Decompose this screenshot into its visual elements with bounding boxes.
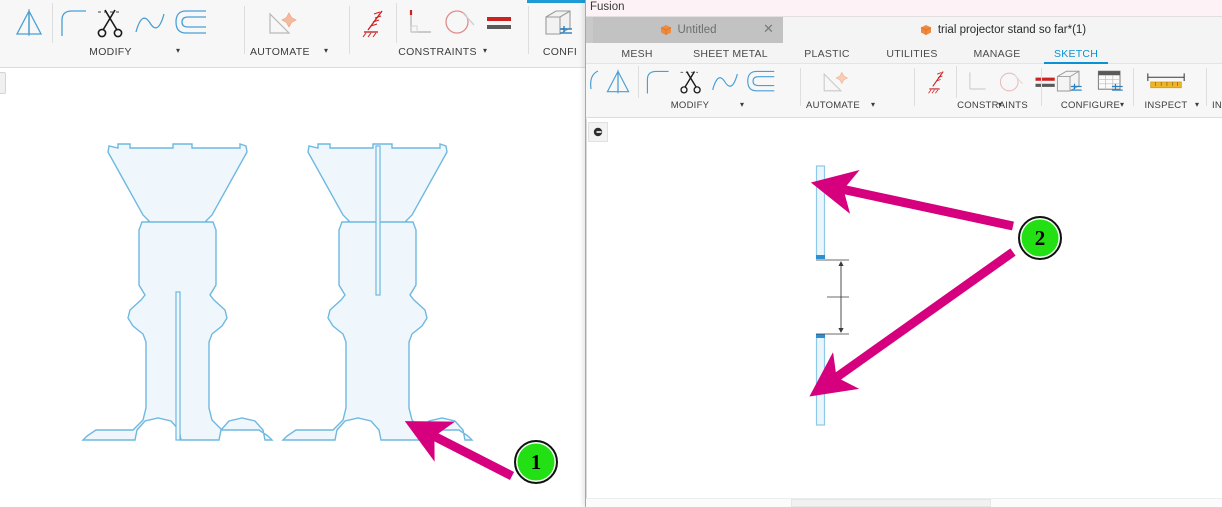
bg-ribbon-group-modify[interactable]: MODIFY <box>6 0 215 68</box>
document-tab-untitled[interactable]: Untitled ✕ <box>593 17 783 43</box>
mirror-icon[interactable] <box>12 6 46 40</box>
tab-manage[interactable]: MANAGE <box>960 43 1034 64</box>
ribbon-group-configure-label: CONFIGURE <box>1060 100 1121 111</box>
bg-ribbon-group-constraints[interactable]: CONSTRAINTS <box>354 0 521 68</box>
dimension-annotation[interactable] <box>816 259 849 335</box>
bg-ribbon-group-automate-label: AUTOMATE <box>250 46 310 58</box>
cube-icon <box>920 24 932 36</box>
sketch-line-lower-endpoint[interactable] <box>816 334 825 338</box>
document-tab-untitled-label: Untitled <box>677 24 717 36</box>
tab-plastic[interactable]: PLASTIC <box>791 43 863 64</box>
tab-sketch-label: SKETCH <box>1053 47 1099 60</box>
front-sketch-canvas[interactable]: 100.00 Select location for dimension <box>586 119 1222 507</box>
modify-dropdown-caret[interactable]: ▾ <box>740 100 744 109</box>
annotation-marker-2-label: 2 <box>1034 225 1046 250</box>
background-browser-handle[interactable] <box>0 72 6 94</box>
sketch-slot-right[interactable] <box>375 145 381 296</box>
background-fusion-window[interactable]: MODIFY ▾ AUTOMATE ▾ CONSTRAINTS ▾ CONFI <box>0 0 600 507</box>
automate-dropdown-caret[interactable]: ▾ <box>871 100 875 109</box>
auto-constrain-icon[interactable] <box>813 67 853 97</box>
tab-manage-label: MANAGE <box>973 47 1021 60</box>
bg-ribbon-group-automate[interactable]: AUTOMATE <box>250 0 310 68</box>
ribbon-group-inspect-label: INSPECT <box>1144 100 1188 111</box>
wrap-icon[interactable] <box>745 67 777 97</box>
fix-icon[interactable] <box>360 6 390 40</box>
perpendicular-icon[interactable] <box>403 6 435 40</box>
tab-mesh-label: MESH <box>621 47 653 60</box>
bg-ribbon-group-configure-label: CONFI <box>542 46 578 58</box>
trim-icon[interactable] <box>95 6 127 40</box>
front-brand-bar: Fusion <box>586 0 1222 17</box>
tab-plastic-label: PLASTIC <box>804 47 850 60</box>
annotation-marker-1-label: 1 <box>530 449 542 474</box>
trim-icon[interactable] <box>677 67 705 97</box>
mirror-icon[interactable] <box>603 67 633 97</box>
close-icon[interactable]: ✕ <box>763 22 774 35</box>
configure-cube-icon[interactable] <box>1052 66 1088 98</box>
front-sketch-svg <box>815 165 849 426</box>
document-tab-projector-stand-label: trial projector stand so far*(1) <box>937 24 1087 36</box>
front-bottom-toolbar[interactable] <box>586 498 1222 507</box>
configure-dropdown-caret[interactable]: ▾ <box>1120 100 1124 109</box>
inspect-dropdown-caret[interactable]: ▾ <box>1195 100 1199 109</box>
annotation-marker-2: 2 <box>1018 216 1062 260</box>
sketch-line-lower[interactable] <box>815 334 826 426</box>
app-brand-label: Fusion <box>590 1 625 13</box>
tab-sketch[interactable]: SKETCH <box>1042 43 1110 64</box>
perpendicular-icon[interactable] <box>962 67 990 97</box>
ribbon-group-modify-label: MODIFY <box>670 100 710 111</box>
tab-sheet-metal[interactable]: SHEET METAL <box>678 43 783 64</box>
offset-icon[interactable] <box>710 67 740 97</box>
ribbon-group-clipped-right[interactable]: IN <box>1212 64 1222 118</box>
ribbon-group-automate-label: AUTOMATE <box>806 100 860 111</box>
front-ribbon-toolbar[interactable]: MODIFY ▾ AUTOMATE ▾ CONSTRAINTS ▾ CONFIG… <box>586 64 1222 118</box>
fillet-icon[interactable] <box>59 6 89 40</box>
auto-constrain-icon[interactable] <box>259 6 301 40</box>
ribbon-group-inspect[interactable]: INSPECT <box>1139 64 1193 118</box>
equal-icon[interactable] <box>483 6 515 40</box>
configure-cube-icon[interactable] <box>540 6 580 40</box>
browser-node-icon <box>593 127 603 137</box>
tangent-icon[interactable] <box>441 6 477 40</box>
canvas-left-edge-rule <box>586 119 587 507</box>
bg-ribbon-group-constraints-label: CONSTRAINTS <box>398 46 477 58</box>
tab-utilities[interactable]: UTILITIES <box>872 43 952 64</box>
sketch-line-upper[interactable] <box>815 165 826 259</box>
navigation-bar-ghost[interactable] <box>791 499 991 507</box>
constraints-dropdown-caret-bg[interactable]: ▾ <box>483 46 487 55</box>
constraints-dropdown-caret[interactable]: ▾ <box>998 100 1002 109</box>
front-fusion-window[interactable]: Fusion Untitled ✕ trial projector stand … <box>585 0 1222 507</box>
configure-table-icon[interactable] <box>1093 66 1129 98</box>
tab-sheet-metal-label: SHEET METAL <box>693 47 768 60</box>
offset-icon[interactable] <box>133 6 167 40</box>
ribbon-group-configure[interactable]: CONFIGURE <box>1047 64 1134 118</box>
ribbon-group-automate[interactable]: AUTOMATE <box>806 64 860 118</box>
sketch-slot-left[interactable] <box>175 291 181 441</box>
tangent-icon[interactable] <box>995 67 1027 97</box>
background-ribbon-toolbar[interactable]: MODIFY ▾ AUTOMATE ▾ CONSTRAINTS ▾ CONFI <box>0 0 600 68</box>
ribbon-group-clipped-right-label: IN <box>1212 100 1222 111</box>
background-sketch-canvas[interactable] <box>0 69 600 507</box>
workspace-menu-bar[interactable]: MESH SHEET METAL PLASTIC UTILITIES MANAG… <box>586 43 1222 64</box>
sketch-line-upper-endpoint[interactable] <box>816 255 825 259</box>
document-tab-strip[interactable]: Untitled ✕ trial projector stand so far*… <box>586 17 1222 43</box>
bg-ribbon-group-configure[interactable]: CONFI <box>534 0 586 68</box>
modify-dropdown-caret-bg[interactable]: ▾ <box>176 46 180 55</box>
annotation-marker-1: 1 <box>514 440 558 484</box>
tab-utilities-label: UTILITIES <box>886 47 938 60</box>
wrap-icon[interactable] <box>173 6 209 40</box>
ribbon-group-modify[interactable]: MODIFY <box>598 64 782 118</box>
ribbon-group-constraints-label: CONSTRAINTS <box>957 100 1028 111</box>
document-tab-projector-stand[interactable]: trial projector stand so far*(1) <box>783 17 1222 43</box>
automate-dropdown-caret-bg[interactable]: ▾ <box>324 46 328 55</box>
fix-icon[interactable] <box>925 67 951 97</box>
browser-toggle-button[interactable] <box>588 122 608 142</box>
cube-icon <box>660 24 672 36</box>
measure-icon[interactable] <box>1144 67 1188 97</box>
ribbon-group-constraints[interactable]: CONSTRAINTS <box>920 64 1065 118</box>
bg-ribbon-group-modify-label: MODIFY <box>89 46 132 58</box>
fillet-icon[interactable] <box>644 67 672 97</box>
tab-mesh[interactable]: MESH <box>606 43 668 64</box>
background-sketch-svg <box>81 143 474 441</box>
